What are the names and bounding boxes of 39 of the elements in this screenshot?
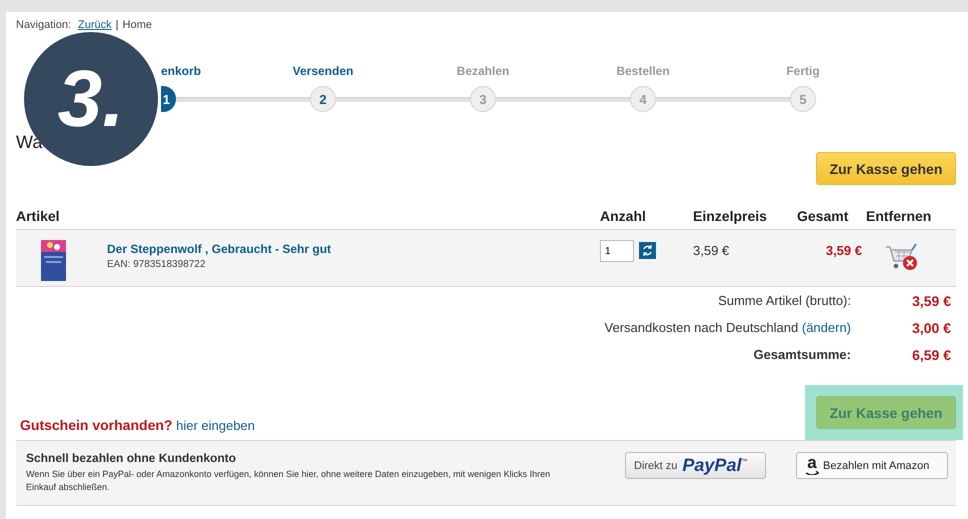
amazon-button[interactable]: a Bezahlen mit Amazon [796, 452, 948, 479]
step-circle[interactable]: 2 [310, 86, 336, 112]
summary-label: Summe Artikel (brutto): [718, 293, 851, 308]
total-price: 3,59 € [824, 242, 863, 260]
step-circle: 3 [470, 86, 496, 112]
column-header: Artikel [16, 208, 61, 224]
column-header: Einzelpreis [693, 208, 768, 224]
step-label[interactable]: Versenden [292, 63, 354, 79]
unit-price: 3,59 € [693, 242, 730, 260]
smile-arrow-icon [805, 470, 819, 474]
step-label: Bestellen [616, 63, 670, 79]
step-circle[interactable]: 1 [161, 86, 176, 112]
change-link[interactable]: (ändern) [802, 320, 851, 335]
express-title: Schnell bezahlen ohne Kundenkonto [26, 451, 238, 465]
summary-label: Gesamtsumme: [753, 347, 851, 362]
separator: | [116, 18, 119, 32]
checkout-button[interactable]: Zur Kasse gehen [816, 152, 956, 185]
refresh-icon[interactable] [639, 242, 656, 259]
column-header: Gesamt [797, 208, 850, 224]
column-header: Entfernen [866, 208, 932, 224]
ean-text: EAN: 9783518398722 [107, 259, 206, 270]
step-label: Bezahlen [456, 63, 510, 79]
coupon-link[interactable]: hier eingeben [176, 418, 255, 433]
step-circle: 5 [790, 86, 816, 112]
column-header: Anzahl [600, 208, 647, 224]
summary-value: 6,59 € [911, 346, 951, 362]
step-label[interactable]: enkorb [161, 63, 202, 79]
summary-label: Versandkosten nach Deutschland [604, 320, 798, 335]
home-link[interactable]: Home [122, 18, 152, 32]
quantity-field[interactable]: 1 [600, 240, 634, 262]
navigation-label: Navigation: [16, 18, 72, 32]
express-description: Wenn Sie über ein PayPal- oder Amazonkonto verfügen, können Sie hier, ohne weitere Daten einzugeben, mit wenigen Klicks Ihren Einkauf abschließen. [26, 468, 552, 494]
product-link[interactable]: Der Steppenwolf , Gebraucht - Sehr gut [107, 242, 332, 256]
back-link[interactable]: Zurück [78, 18, 112, 32]
coupon-question: Gutschein vorhanden? [20, 417, 172, 433]
summary-value: 3,59 € [911, 292, 951, 308]
step-label: Fertig [786, 63, 820, 79]
summary-value: 3,00 € [911, 320, 951, 336]
step-circle: 4 [630, 86, 656, 112]
